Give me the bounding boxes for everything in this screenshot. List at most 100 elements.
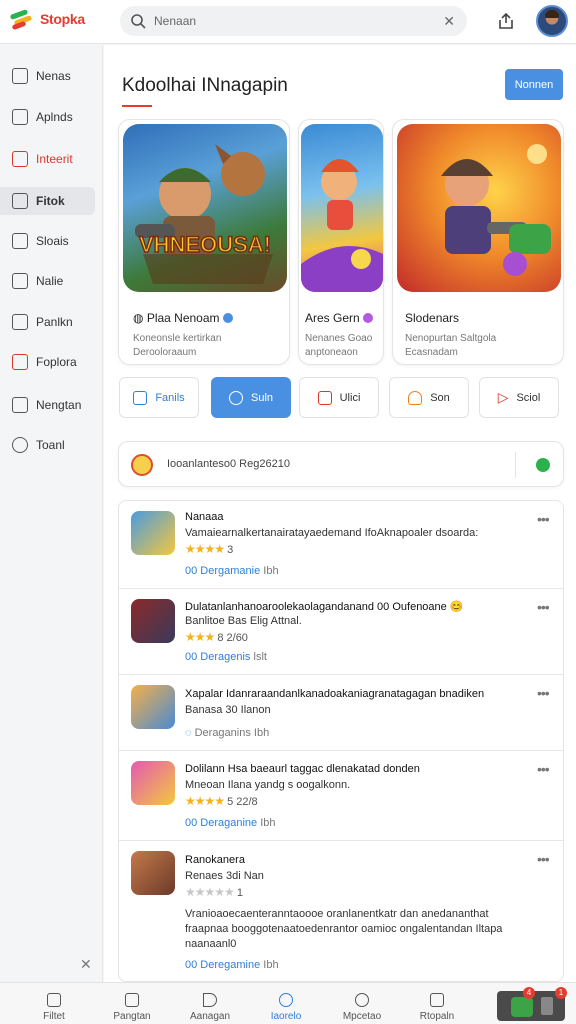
list-item[interactable]: Ranokanera Renaes 3di Nan ★★★★★ 1 Vranio… (119, 841, 563, 981)
collapse-sidebar-icon[interactable]: ✕ (80, 956, 92, 973)
book-icon (12, 397, 28, 413)
sidebar-item-label: Panlkn (36, 315, 73, 329)
list-item[interactable]: Nanaaa Vamaiearnalkertanairatayaedemand … (119, 501, 563, 589)
item-desc: Vamaiearnalkertanairatayaedemand IfoAkna… (185, 527, 479, 539)
nav-item-play[interactable]: Aanagan (170, 983, 250, 1024)
share-icon[interactable] (496, 11, 516, 31)
more-icon[interactable]: ••• (537, 851, 550, 867)
sidebar-item-home[interactable]: Nenas (0, 62, 95, 90)
category-chip[interactable]: Son (389, 377, 469, 418)
sidebar-item-label: Inteerit (36, 152, 73, 166)
headset-icon (408, 390, 423, 405)
chip-label: Sciol (516, 391, 541, 404)
nav-item-mail[interactable]: Rtopaln (397, 983, 477, 1024)
nav-item-image[interactable]: Pangtan (92, 983, 172, 1024)
item-meta[interactable]: 00 Deraganine Ibh (185, 817, 276, 829)
item-desc: Banasa 30 Ilanon (185, 704, 271, 716)
nav-item-globe[interactable]: Iaorelo (246, 983, 326, 1024)
item-meta[interactable]: 00 Deragenis lslt (185, 651, 267, 663)
mini-widget[interactable]: 4 1 (497, 987, 567, 1021)
item-rating: ★★★ 8 2/60 (185, 630, 248, 644)
item-title: Ranokanera (185, 854, 245, 866)
search-bar[interactable]: ✕ (120, 6, 467, 36)
store-icon (12, 354, 28, 370)
game-thumbnail (511, 997, 533, 1017)
item-rating: ★★★★★ 1 (185, 885, 243, 899)
item-meta[interactable]: 00 Dergamanie Ibh (185, 565, 279, 577)
more-icon[interactable]: ••• (537, 685, 550, 701)
verified-icon (362, 313, 373, 323)
sidebar: Nenas Aplnds Inteerit Fitok Sloais Nalie… (0, 45, 103, 982)
sidebar-item-calendar[interactable]: Inteerit (0, 145, 95, 173)
category-chip-active[interactable]: Suln (211, 377, 291, 418)
featured-desc: Nenanes Goao anptoneaon (305, 333, 373, 358)
cart-icon (12, 273, 28, 289)
home-icon (12, 68, 28, 84)
folder-icon (133, 390, 148, 405)
more-icon[interactable]: ••• (537, 511, 550, 527)
chat-bubble-icon[interactable] (536, 458, 550, 472)
calendar-icon (12, 151, 28, 167)
item-body: naanaanl0 (185, 938, 237, 950)
mail-icon (12, 193, 28, 209)
category-chip[interactable]: Fanils (119, 377, 199, 418)
search-input[interactable] (154, 14, 424, 28)
chip-label: Ulici (339, 391, 361, 404)
box-icon (317, 390, 332, 405)
item-title: Dulatanlanhanoaroolekaolagandanand 00 Ou… (185, 601, 464, 613)
mail-icon (430, 993, 444, 1007)
sidebar-item-store[interactable]: Foplora (0, 348, 95, 376)
nav-item-settings[interactable]: Mpcetao (322, 983, 402, 1024)
list-item[interactable]: Dulatanlanhanoaroolekaolagandanand 00 Ou… (119, 589, 563, 675)
bottom-nav: Filtet Pangtan Aanagan Iaorelo Mpcetao R… (0, 982, 576, 1024)
globe-icon: ◍ (133, 311, 147, 325)
image-icon (125, 993, 139, 1007)
item-meta[interactable]: ◌ Deraganins Ibh (185, 727, 269, 739)
featured-card[interactable]: Slodenars Nenopurtan Saltgola Ecasnadam (392, 119, 564, 365)
item-meta[interactable]: 00 Deregamine Ibh (185, 959, 279, 971)
app-icon (131, 599, 175, 643)
title-underline (122, 105, 152, 107)
notice-bar[interactable]: Iooanlanteso0 Reg26210 (118, 441, 564, 487)
list-item[interactable]: Xapalar Idanraraandanlkanadoakaniagranat… (119, 675, 563, 751)
primary-button[interactable]: Nonnen (505, 69, 563, 100)
sidebar-item-label: Sloais (36, 234, 69, 248)
sidebar-item-label: Nalie (36, 274, 64, 288)
sidebar-item-label: Nengtan (36, 398, 82, 412)
more-icon[interactable]: ••• (537, 599, 550, 615)
sidebar-item-mail[interactable]: Fitok (0, 187, 95, 215)
category-chip[interactable]: ▷ Sciol (479, 377, 559, 418)
item-rating: ★★★★ 3 (185, 542, 234, 556)
nav-label: Aanagan (189, 1011, 231, 1022)
sidebar-item-label: Fitok (36, 194, 65, 208)
sidebar-item-grid[interactable]: Panlkn (0, 308, 95, 336)
nav-label: Iaorelo (270, 1011, 302, 1022)
feed-list: Nanaaa Vamaiearnalkertanairatayaedemand … (118, 500, 564, 982)
more-icon[interactable]: ••• (537, 761, 550, 777)
featured-desc: Koneonsle kertirkan Derooloraaum (133, 333, 222, 358)
sidebar-item-chat[interactable]: Sloais (0, 227, 95, 255)
x-icon[interactable]: ✕ (443, 13, 455, 30)
featured-card[interactable]: VHNEOUSA! ◍ Plaa Nenoam Koneonsle kertir… (118, 119, 290, 365)
nav-item-home[interactable]: Filtet (14, 983, 94, 1024)
featured-title: Ares Gern (305, 311, 373, 325)
list-item[interactable]: Dolilann Hsa baeaurl taggac dlenakatad d… (119, 751, 563, 841)
brush-icon (228, 390, 243, 405)
home-icon (47, 993, 61, 1007)
nav-label: Mpcetao (342, 1011, 382, 1022)
grid-icon (12, 314, 28, 330)
featured-card[interactable]: Ares Gern Nenanes Goao anptoneaon (298, 119, 384, 365)
item-title: Nanaaa (185, 511, 224, 523)
sidebar-item-book[interactable]: Nengtan (0, 391, 95, 419)
app-logo[interactable]: Stopka (9, 9, 85, 31)
category-chip[interactable]: Ulici (299, 377, 379, 418)
trash-icon (541, 997, 553, 1015)
sidebar-item-cart[interactable]: Nalie (0, 267, 95, 295)
avatar[interactable] (536, 5, 568, 37)
search-icon (131, 14, 146, 29)
game-art-image (301, 124, 383, 292)
sidebar-item-clock[interactable]: Toanl (0, 431, 95, 459)
notice-text: Iooanlanteso0 Reg26210 (167, 458, 290, 470)
item-body: fraapnaa booggotenaatoedenrantor oamioc … (185, 923, 503, 935)
sidebar-item-apps[interactable]: Aplnds (0, 103, 95, 131)
